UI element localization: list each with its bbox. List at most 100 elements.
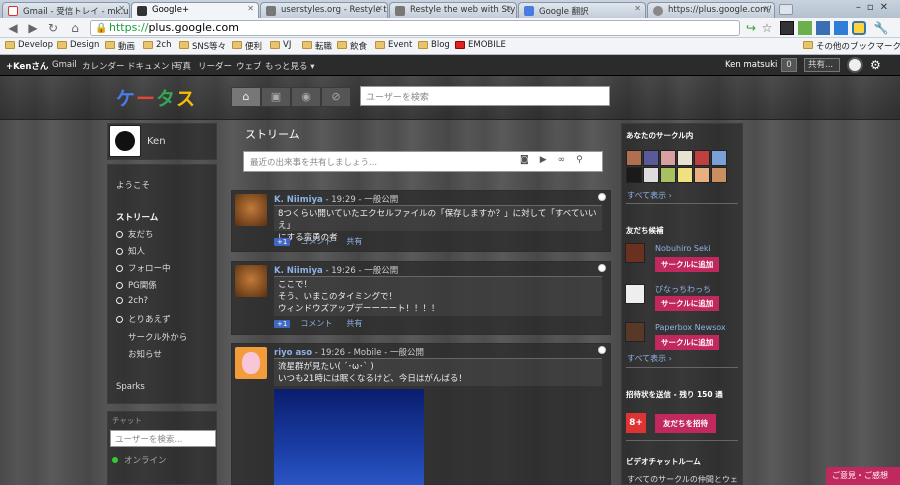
bookmark-video[interactable]: 動画 (105, 40, 135, 52)
bookmark-sns[interactable]: SNS等々 (179, 40, 226, 52)
avatar[interactable] (643, 167, 659, 183)
menu-icon[interactable] (598, 346, 606, 354)
bookmark-event[interactable]: Event (375, 40, 412, 50)
post-photo[interactable] (274, 389, 424, 485)
suggested-person[interactable]: Nobuhiro Seki (655, 244, 711, 253)
circle-filter[interactable]: フォロー中 (116, 262, 171, 274)
comment-link[interactable]: コメント (300, 319, 332, 328)
back-icon[interactable]: ◀ (4, 20, 22, 36)
avatar[interactable] (660, 167, 676, 183)
avatar[interactable] (694, 167, 710, 183)
stream-link[interactable]: ストリーム (116, 211, 158, 223)
home-icon[interactable]: ⌂ (66, 20, 84, 36)
online-status[interactable]: オンライン (112, 454, 167, 466)
share-link[interactable]: 共有 (346, 319, 362, 328)
avatar[interactable] (625, 322, 645, 342)
photos-nav-icon[interactable]: ▣ (261, 87, 291, 107)
author-name[interactable]: K. Niimiya (274, 266, 323, 276)
share-attach-icons[interactable]: ◙▶∞⚲ (520, 155, 594, 165)
feedback-button[interactable]: ご意見・ご感想 (826, 467, 900, 485)
new-tab-button[interactable] (779, 4, 793, 15)
suggested-person[interactable]: Paperbox Newsox (655, 323, 726, 332)
gbar-user-name[interactable]: Ken matsuki (725, 60, 777, 70)
menu-icon[interactable] (598, 193, 606, 201)
python-icon[interactable] (852, 21, 866, 35)
notifications-link[interactable]: お知らせ (128, 348, 162, 360)
avatar[interactable] (677, 150, 693, 166)
tab-userstyles[interactable]: userstyles.org - Restyle t ✕ (260, 2, 388, 18)
avatar[interactable] (235, 347, 267, 379)
bookmark-develop[interactable]: Develop (5, 40, 53, 50)
avatar[interactable] (235, 265, 267, 297)
avatar[interactable] (626, 150, 642, 166)
extension-icon[interactable] (798, 21, 812, 35)
close-icon[interactable]: ✕ (763, 4, 770, 13)
suggested-person[interactable]: ぴなっちわっち (655, 284, 711, 295)
circle-filter[interactable]: 友だち (116, 228, 154, 240)
bookmark-design[interactable]: Design (57, 40, 99, 50)
avatar[interactable] (660, 150, 676, 166)
avatar[interactable] (235, 194, 267, 226)
circle-filter[interactable]: 知人 (116, 245, 145, 257)
bookmark-emobile[interactable]: EMOBILE (455, 40, 506, 50)
tab-gmail[interactable]: Gmail - 受信トレイ - mk.u ✕ (2, 2, 130, 18)
extension-icon[interactable] (780, 21, 794, 35)
circle-filter[interactable]: 2ch? (116, 296, 148, 306)
bookmark-job[interactable]: 転職 (302, 40, 332, 52)
avatar[interactable] (625, 284, 645, 304)
avatar[interactable] (677, 167, 693, 183)
circles-nav-icon[interactable]: ⊘ (321, 87, 351, 107)
close-icon[interactable]: ✕ (247, 4, 254, 13)
add-to-circle-button[interactable]: サークルに追加 (655, 296, 720, 311)
close-icon[interactable]: ✕ (118, 4, 125, 13)
gbar-plus-link[interactable]: +Kenさん (6, 60, 48, 72)
home-nav-icon[interactable]: ⌂ (231, 87, 261, 107)
window-controls[interactable]: –▫✕ (856, 2, 894, 13)
tab-translate[interactable]: Google 翻訳 ✕ (518, 2, 646, 18)
star-icon[interactable]: ☆ (758, 20, 776, 36)
avatar[interactable] (625, 243, 645, 263)
extension-icon[interactable] (834, 21, 848, 35)
gear-icon[interactable]: ⚙ (870, 58, 881, 72)
share-link[interactable]: 共有 (346, 237, 362, 246)
comment-link[interactable]: コメント (300, 237, 332, 246)
bookmark-blog[interactable]: Blog (418, 40, 450, 50)
video-icon[interactable]: ▶ (540, 155, 558, 165)
avatar[interactable] (643, 150, 659, 166)
incoming-link[interactable]: サークル外から (128, 331, 187, 343)
plus-one-button[interactable]: +1 (274, 238, 291, 246)
gbar-photos-link[interactable]: 写真 (174, 60, 191, 72)
tab-google-plus[interactable]: Google+ ✕ (131, 2, 259, 18)
invite-friends-button[interactable]: 友だちを招待 (655, 414, 716, 433)
gbar-more-link[interactable]: もっと見る ▾ (265, 60, 314, 72)
close-icon[interactable]: ✕ (505, 4, 512, 13)
welcome-link[interactable]: ようこそ (116, 179, 150, 191)
link-icon[interactable]: ∞ (558, 155, 577, 165)
close-icon[interactable]: ✕ (634, 4, 641, 13)
avatar[interactable] (711, 167, 727, 183)
profile-nav-icon[interactable]: ◉ (291, 87, 321, 107)
profile-name[interactable]: Ken (147, 136, 166, 147)
author-name[interactable]: riyo aso (274, 348, 312, 358)
avatar[interactable] (711, 150, 727, 166)
sparks-link[interactable]: Sparks (116, 382, 145, 392)
gbar-web-link[interactable]: ウェブ (236, 60, 262, 72)
chat-search-input[interactable]: ユーザーを検索... (110, 430, 216, 447)
location-icon[interactable]: ⚲ (576, 155, 594, 165)
gbar-gmail-link[interactable]: Gmail (52, 60, 77, 70)
author-name[interactable]: K. Niimiya (274, 195, 323, 205)
address-bar[interactable]: 🔒 https://plus.google.com (90, 20, 740, 36)
post-time[interactable]: 19:26 (331, 266, 356, 276)
gbar-reader-link[interactable]: リーダー (198, 60, 232, 72)
extension-icon[interactable] (816, 21, 830, 35)
bookmark-2ch[interactable]: 2ch (143, 40, 171, 50)
add-to-circle-button[interactable]: サークルに追加 (655, 257, 720, 272)
reload-icon[interactable]: ↻ (44, 20, 62, 36)
forward-icon[interactable]: ▶ (24, 20, 42, 36)
circle-filter[interactable]: とりあえず (116, 313, 171, 325)
post-time[interactable]: 19:29 (331, 195, 356, 205)
avatar[interactable] (109, 125, 141, 157)
tab-restyle[interactable]: Restyle the web with Sty ✕ (389, 2, 517, 18)
circle-filter[interactable]: PG関係 (116, 279, 157, 291)
tab-plus-url[interactable]: https://plus.google.com/✕ (647, 2, 775, 18)
